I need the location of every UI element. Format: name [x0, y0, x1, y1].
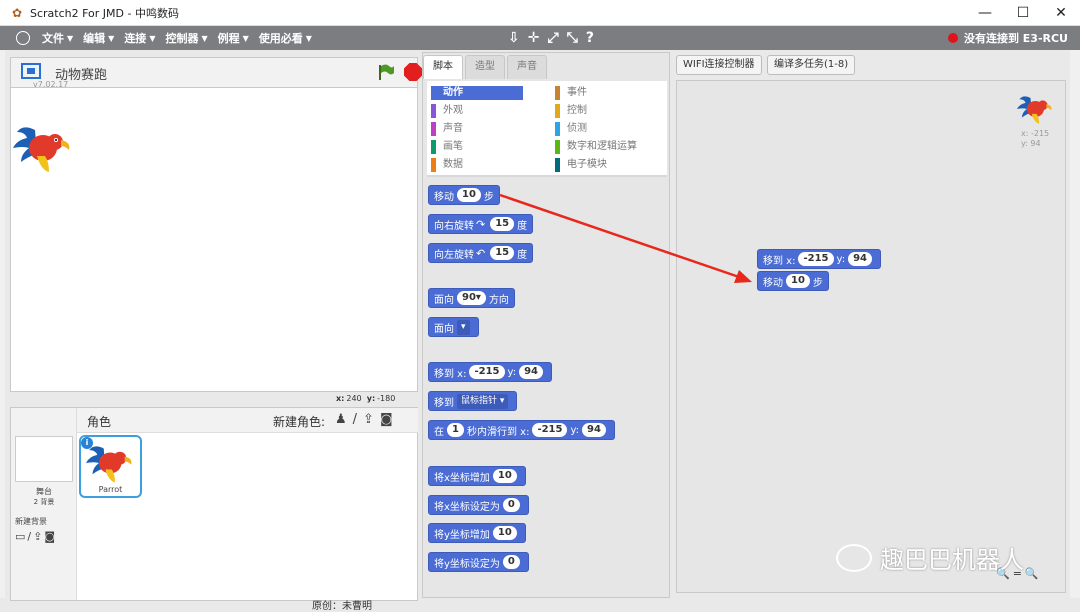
block-point-towards[interactable]: 面向 ▾	[428, 317, 479, 337]
rotate-left-icon: ↶	[476, 246, 486, 260]
sprite-upload-icon[interactable]: ⇪	[363, 412, 374, 427]
sprite-tile-parrot[interactable]: i Parrot	[79, 435, 142, 498]
grow-icon[interactable]: ⤢	[547, 30, 558, 46]
category-looks[interactable]: 外观	[431, 104, 463, 118]
menu-connect[interactable]: 连接 ▼	[124, 30, 155, 46]
editor-tabs: 脚本 造型 声音	[423, 55, 549, 79]
stage-thumbnail[interactable]	[15, 436, 73, 482]
tab-scripts[interactable]: 脚本	[423, 55, 463, 79]
coord-y: -180	[377, 394, 396, 403]
tab-costumes[interactable]: 造型	[465, 55, 505, 79]
menu-must-read[interactable]: 使用必看 ▼	[259, 30, 312, 46]
stage-column: 舞台 2 背景 新建背景 ▭ / ⇪ ◙	[11, 408, 77, 600]
block-set-x[interactable]: 将x坐标设定为 0	[428, 495, 529, 515]
block-set-y[interactable]: 将y坐标设定为 0	[428, 552, 529, 572]
menu-controller[interactable]: 控制器 ▼	[165, 30, 207, 46]
category-data[interactable]: 数据	[431, 158, 463, 172]
current-sprite-thumbnail	[1017, 96, 1052, 124]
category-motion[interactable]: 动作	[431, 86, 523, 100]
window-title: Scratch2 For JMD - 中鸣数码	[30, 6, 179, 20]
green-flag-icon[interactable]	[377, 63, 395, 81]
category-events[interactable]: 事件	[555, 86, 587, 100]
connection-status-text: 没有连接到 E3-RCU	[963, 32, 1068, 45]
block-turn-right[interactable]: 向右旋转 ↷ 15 度	[428, 214, 534, 234]
compile-multitask-button[interactable]: 编译多任务(1-8)	[767, 55, 856, 75]
sprite-name: Parrot	[98, 485, 123, 494]
tab-sounds[interactable]: 声音	[507, 55, 547, 79]
wifi-connect-button[interactable]: WIFI连接控制器	[676, 55, 762, 75]
status-dot-icon	[947, 33, 958, 43]
sprite-library-icon[interactable]: ♟	[335, 412, 347, 427]
category-pen[interactable]: 画笔	[431, 140, 463, 154]
parrot-thumbnail	[86, 446, 132, 483]
block-goto-xy[interactable]: 移到 x: -215 y: 94	[428, 362, 552, 382]
stop-icon[interactable]	[404, 63, 422, 81]
parrot-sprite[interactable]	[13, 122, 75, 174]
menu-edit[interactable]: 编辑 ▼	[83, 30, 114, 46]
category-control[interactable]: 控制	[555, 104, 587, 118]
sprite-paint-icon[interactable]: /	[353, 412, 357, 427]
window-controls: — ☐ ✕	[966, 0, 1080, 26]
coord-x: 240	[346, 394, 362, 403]
stage-canvas[interactable]	[10, 87, 418, 392]
watermark: 趣巴巴机器人	[836, 540, 1024, 575]
menu-file[interactable]: 文件 ▼	[42, 30, 73, 46]
connection-status: 没有连接到 E3-RCU	[947, 26, 1068, 50]
backdrop-library-icon[interactable]: ▭	[15, 530, 25, 543]
sprite-x-readout: x: -215	[1021, 129, 1050, 138]
script-area[interactable]: x: -215 y: 94	[676, 80, 1066, 593]
new-backdrop-label: 新建背景	[15, 517, 47, 526]
help-icon[interactable]: ?	[586, 30, 594, 46]
app-icon: ✿	[12, 5, 23, 20]
block-goto-target[interactable]: 移到 鼠标指针 ▾	[428, 391, 518, 411]
sprite-camera-icon[interactable]: ◙	[380, 412, 393, 427]
script-block-goto-xy[interactable]: 移到 x: -215 y: 94	[757, 249, 881, 269]
close-button[interactable]: ✕	[1042, 0, 1080, 26]
block-categories: 动作 事件 外观 控制 声音 侦测 画笔 数字和逻辑运算 数据 电子模块	[427, 81, 667, 177]
sprite-pane: 舞台 2 背景 新建背景 ▭ / ⇪ ◙ 角色 新建角色: ♟ / ⇪ ◙ i …	[10, 407, 418, 601]
block-move-steps[interactable]: 移动 10 步	[428, 185, 500, 205]
stage-label: 舞台	[36, 487, 52, 496]
stage-header: 动物赛跑 v7.02.17	[10, 57, 422, 89]
watermark-text: 趣巴巴机器人	[880, 546, 1024, 574]
maximize-button[interactable]: ☐	[1004, 0, 1042, 26]
new-backdrop-tools: ▭ / ⇪ ◙	[15, 530, 55, 543]
new-sprite-tools: ♟ / ⇪ ◙	[335, 412, 393, 427]
sprite-y-readout: y: 94	[1021, 139, 1041, 148]
language-globe-icon[interactable]	[16, 31, 30, 45]
shrink-icon[interactable]: ⤡	[567, 30, 578, 46]
left-edge	[0, 50, 5, 598]
category-operators[interactable]: 数字和逻辑运算	[555, 140, 637, 154]
stage-coords: x: 240 y: -180	[336, 394, 396, 403]
block-turn-left[interactable]: 向左旋转 ↶ 15 度	[428, 243, 534, 263]
category-sensing[interactable]: 侦测	[555, 122, 587, 136]
stamp-icon[interactable]: ⇩	[508, 30, 520, 46]
category-sound[interactable]: 声音	[431, 122, 463, 136]
block-change-y[interactable]: 将y坐标增加 10	[428, 523, 526, 543]
category-electronics[interactable]: 电子模块	[555, 158, 607, 172]
sprites-label: 角色	[87, 415, 112, 429]
toolbar-tools: ⇩ ✛ ⤢ ⤡ ?	[508, 26, 594, 50]
block-change-x[interactable]: 将x坐标增加 10	[428, 466, 526, 486]
block-glide[interactable]: 在 1 秒内滑行到 x: -215 y: 94	[428, 420, 615, 440]
rotate-right-icon: ↷	[476, 217, 486, 231]
fullscreen-icon[interactable]	[21, 63, 41, 79]
backdrop-paint-icon[interactable]: /	[27, 530, 31, 543]
right-edge	[1070, 50, 1080, 598]
backdrop-upload-icon[interactable]: ⇪	[33, 530, 42, 543]
bottom-caption: 原创：未曹明	[312, 601, 372, 612]
menu-bar: 文件 ▼ 编辑 ▼ 连接 ▼ 控制器 ▼ 例程 ▼ 使用必看 ▼ ⇩ ✛ ⤢ ⤡ ? 没有连…	[0, 26, 1080, 50]
backdrop-camera-icon[interactable]: ◙	[44, 530, 55, 543]
new-sprite-label: 新建角色:	[273, 415, 326, 429]
block-point-in-direction[interactable]: 面向 90▾ 方向	[428, 288, 515, 308]
cut-icon[interactable]: ✛	[528, 30, 540, 46]
wechat-icon	[836, 543, 872, 572]
backdrop-count: 2 背景	[33, 498, 55, 506]
menu-examples[interactable]: 例程 ▼	[218, 30, 249, 46]
minimize-button[interactable]: —	[966, 0, 1004, 26]
zoom-in-icon[interactable]: 🔍	[1025, 567, 1039, 580]
title-bar: ✿ Scratch2 For JMD - 中鸣数码 — ☐ ✕	[0, 0, 1080, 26]
sprite-header: 角色 新建角色: ♟ / ⇪ ◙	[77, 408, 418, 433]
script-block-move-steps[interactable]: 移动 10 步	[757, 271, 829, 291]
